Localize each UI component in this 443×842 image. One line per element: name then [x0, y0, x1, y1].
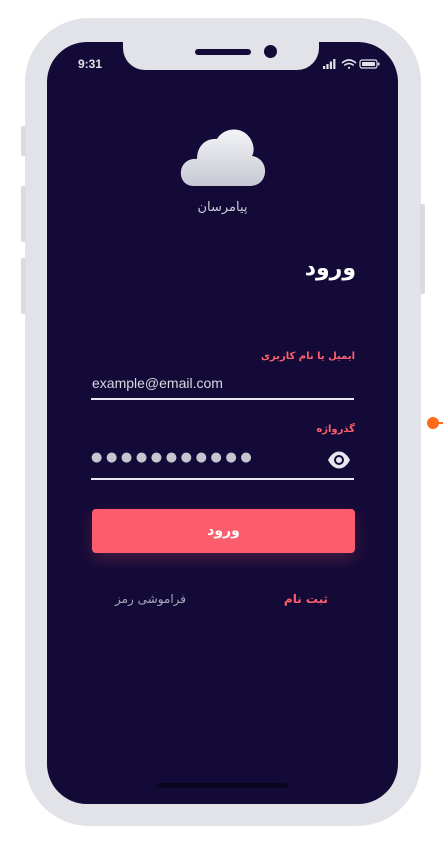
- status-time: 9:31: [78, 57, 103, 71]
- phone-side-button-volume-up: [21, 186, 26, 242]
- notch: [123, 42, 319, 70]
- phone-side-button-mute: [21, 126, 26, 156]
- password-underline: [91, 478, 354, 480]
- page-title: ورود: [304, 256, 356, 281]
- login-button[interactable]: ورود: [92, 509, 355, 553]
- phone-screen: 9:31 پیامرسان ورود ایمیل یا نام کاربری e…: [47, 42, 398, 804]
- email-label: ایمیل یا نام کاربری: [260, 351, 355, 362]
- email-underline: [91, 398, 354, 400]
- app-name: پیامرسان: [197, 200, 248, 215]
- battery-icon: [359, 59, 380, 69]
- phone-side-button-power: [420, 204, 425, 294]
- signup-link[interactable]: ثبت نام: [284, 592, 328, 606]
- wifi-icon: [341, 59, 357, 69]
- cloud-icon: [180, 129, 266, 186]
- forgot-password-link[interactable]: فراموشی رمز: [115, 592, 186, 606]
- eye-icon[interactable]: [327, 450, 351, 470]
- front-camera: [264, 45, 277, 58]
- pointer-marker-line: [437, 422, 443, 424]
- email-input[interactable]: [92, 371, 354, 395]
- phone-side-button-volume-down: [21, 258, 26, 314]
- signal-icon: [323, 59, 336, 69]
- status-icons: [323, 59, 380, 69]
- password-label: گذرواژه: [316, 424, 355, 435]
- password-input[interactable]: ●●●●●●●●●●●: [91, 450, 255, 465]
- home-indicator: [156, 783, 288, 788]
- speaker: [195, 49, 251, 55]
